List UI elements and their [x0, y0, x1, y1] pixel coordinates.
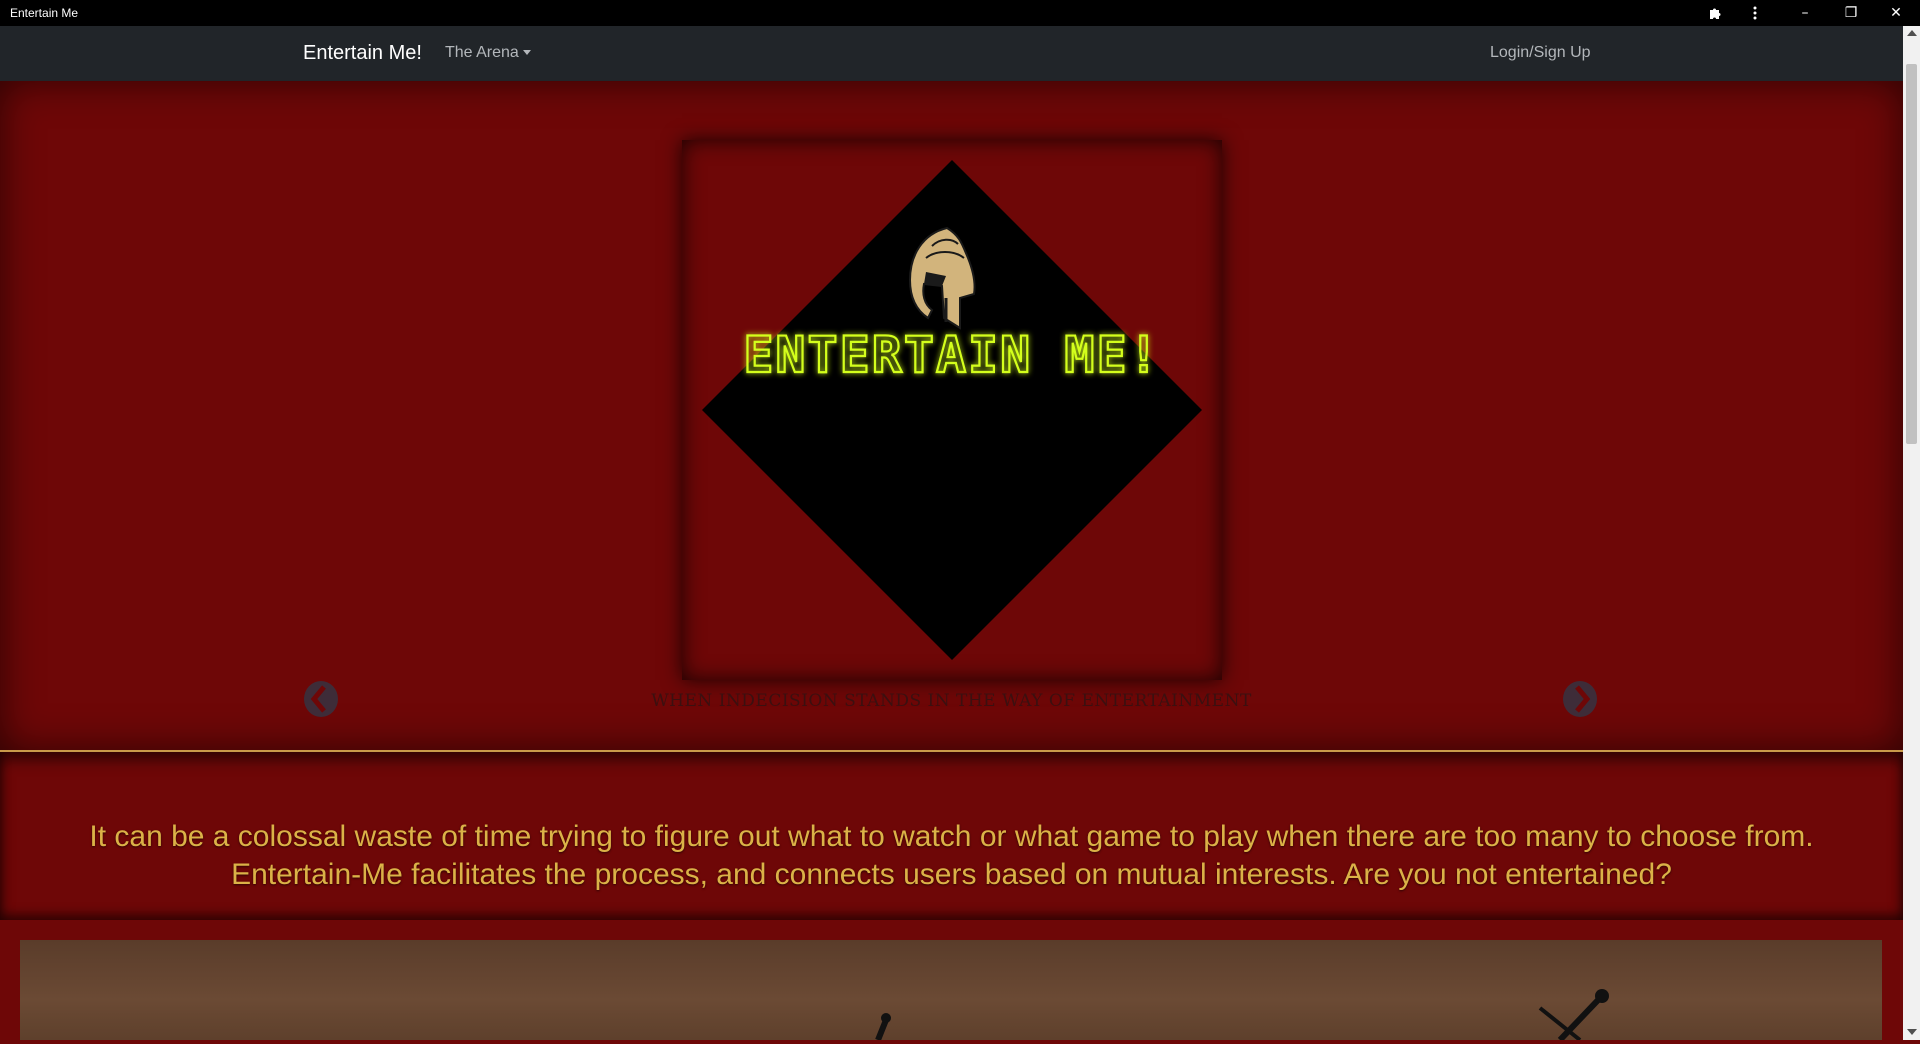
nav-dropdown-label: The Arena [445, 44, 519, 61]
site-logo: ENTERTAIN ME! [702, 160, 1202, 660]
navbar-brand[interactable]: Entertain Me! [303, 42, 422, 65]
puzzle-icon[interactable] [1695, 0, 1735, 26]
scroll-up-arrow-icon[interactable] [1907, 30, 1917, 36]
logo-text: ENTERTAIN ME! [743, 326, 1160, 384]
arena-photo-image [875, 989, 1609, 1043]
restore-button[interactable]: ❐ [1831, 0, 1871, 26]
caret-down-icon [522, 50, 531, 56]
page-scrollbar[interactable] [1903, 26, 1920, 1040]
minimize-button[interactable]: – [1785, 0, 1825, 26]
nav-dropdown-the-arena[interactable]: The Arena [445, 44, 531, 62]
about-text: It can be a colossal waste of time tryin… [89, 820, 1814, 891]
window-title: Entertain Me [10, 6, 79, 20]
close-button[interactable]: ✕ [1876, 0, 1916, 26]
kebab-icon[interactable] [1735, 0, 1775, 26]
scroll-thumb[interactable] [1906, 64, 1917, 444]
login-signup-link[interactable]: Login/Sign Up [1490, 44, 1591, 62]
about-section: It can be a colossal waste of time tryin… [0, 752, 1903, 920]
hero-tagline: WHEN INDECISION STANDS IN THE WAY OF ENT… [651, 691, 1252, 711]
window-titlebar: Entertain Me – ❐ ✕ [0, 0, 1920, 26]
hero-logo-frame: ENTERTAIN ME! [682, 140, 1222, 680]
hero-carousel: ENTERTAIN ME! WHEN INDECISION STANDS IN … [0, 81, 1903, 751]
arena-photo [20, 940, 1882, 1043]
scroll-down-arrow-icon[interactable] [1907, 1029, 1917, 1035]
navbar: Entertain Me! The Arena Login/Sign Up [0, 26, 1903, 81]
